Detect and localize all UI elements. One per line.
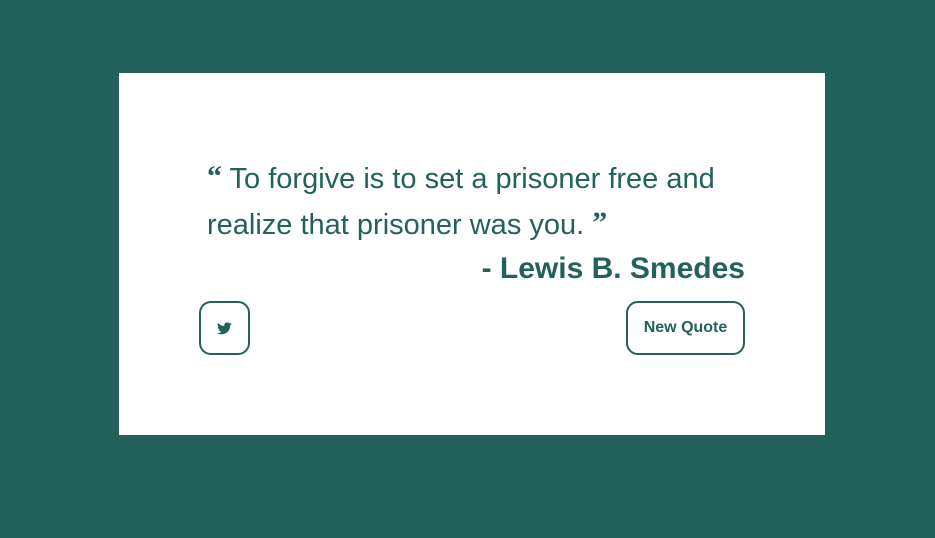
quote-block: “ To forgive is to set a prisoner free a… bbox=[199, 155, 745, 291]
quote-text: “ To forgive is to set a prisoner free a… bbox=[199, 155, 727, 247]
tweet-quote-button[interactable] bbox=[199, 301, 250, 355]
close-quote-mark: ” bbox=[592, 206, 608, 239]
quote-body: To forgive is to set a prisoner free and… bbox=[207, 163, 715, 241]
new-quote-button[interactable]: New Quote bbox=[626, 301, 745, 355]
quote-card: “ To forgive is to set a prisoner free a… bbox=[119, 73, 825, 435]
twitter-icon bbox=[217, 321, 232, 335]
open-quote-mark: “ bbox=[207, 160, 222, 193]
quote-author: - Lewis B. Smedes bbox=[481, 252, 745, 285]
